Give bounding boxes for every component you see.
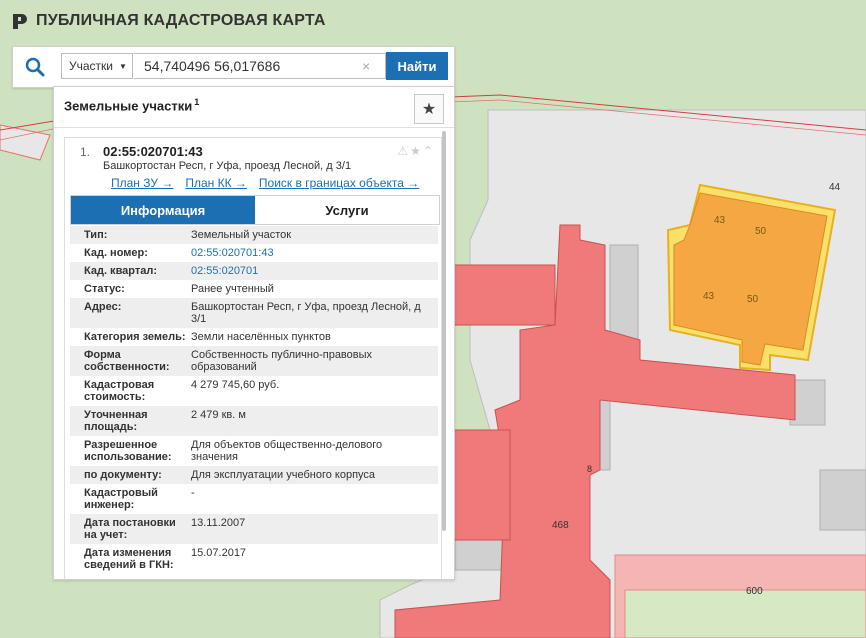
panel-title-text: Земельные участки <box>64 98 193 114</box>
search-input[interactable] <box>134 53 386 79</box>
info-value: 2 479 кв. м <box>191 409 246 421</box>
info-value: Для объектов общественно-делового значен… <box>191 439 383 463</box>
info-row: Кадастровая стоимость: 4 279 745,60 руб. <box>70 376 438 406</box>
map-building-red-annex <box>444 264 556 326</box>
map-label-468: 468 <box>552 520 569 531</box>
info-value: Башкортостан Респ, г Уфа, проезд Лесной,… <box>191 301 421 325</box>
info-value-link[interactable]: 02:55:020701 <box>191 265 438 277</box>
info-row: Уточненная площадь: 2 479 кв. м <box>70 406 438 436</box>
app-title: ПУБЛИЧНАЯ КАДАСТРОВАЯ КАРТА <box>36 12 326 29</box>
info-key: Категория земель: <box>84 331 186 343</box>
chevron-down-icon: ▼ <box>119 61 127 71</box>
info-row: по документу: Для эксплуатации учебного к… <box>70 466 438 484</box>
info-key: по документу: <box>84 469 162 481</box>
info-key: Дата постановки на учет: <box>84 517 176 541</box>
star-icon: ★ <box>421 101 437 118</box>
result-cad-number[interactable]: 02:55:020701:43 <box>103 144 203 159</box>
info-row: Разрешенное использование: Для объектов о… <box>70 436 438 466</box>
info-row: Форма собственности: Собственность публич… <box>70 346 438 376</box>
info-row: Кад. квартал: 02:55:020701 <box>70 262 438 280</box>
info-row: Кадастровый инженер: - <box>70 484 438 514</box>
info-row: Категория земель: Земли населённых пункто… <box>70 328 438 346</box>
panel-header: Земельные участки 1 ★ <box>54 87 454 128</box>
panel-title: Земельные участки 1 <box>64 97 199 113</box>
result-links: План ЗУ → План КК → Поиск в границах объ… <box>111 176 419 190</box>
result-tabs: Информация Услуги <box>70 195 440 225</box>
info-table: Тип: Земельный участок Кад. номер: 02:55:0… <box>70 226 438 574</box>
info-key: Дата изменения сведений в ГКН: <box>84 547 174 571</box>
results-count: 1 <box>194 97 200 107</box>
result-index: 1. <box>80 145 91 159</box>
info-key: Кадастровая стоимость: <box>84 379 155 403</box>
info-value: Ранее учтенный <box>191 283 274 295</box>
info-key: Разрешенное использование: <box>84 439 172 463</box>
info-key: Кад. номер: <box>84 247 148 259</box>
category-select-label: Участки <box>69 59 113 73</box>
map-label-44: 44 <box>829 182 841 193</box>
result-status-icons[interactable]: ⚠★⌃ <box>397 144 435 158</box>
results-scrollbar[interactable] <box>442 131 446 531</box>
info-value: Для эксплуатации учебного корпуса <box>191 469 376 481</box>
info-key: Тип: <box>84 229 108 241</box>
info-key: Уточненная площадь: <box>84 409 148 433</box>
info-row: Дата изменения сведений в ГКН: 15.07.2017 <box>70 544 438 574</box>
info-value: 13.11.2007 <box>191 517 246 529</box>
info-key: Кадастровый инженер: <box>84 487 158 511</box>
map-label-8: 8 <box>587 464 592 474</box>
info-value: Собственность публично-правовых образова… <box>191 349 373 373</box>
info-row: Адрес: Башкортостан Респ, г Уфа, проезд Л… <box>70 298 438 328</box>
app-brand[interactable]: ПУБЛИЧНАЯ КАДАСТРОВАЯ КАРТА <box>12 12 326 30</box>
info-row: Статус: Ранее учтенный <box>70 280 438 298</box>
map-label-43b: 43 <box>703 291 715 302</box>
info-value: Земли населённых пунктов <box>191 331 331 343</box>
map-label-50b: 50 <box>747 294 759 305</box>
map-building-gray-5 <box>819 469 866 531</box>
search-bar: Участки ▼ × Найти <box>12 46 455 88</box>
result-item[interactable]: 1. 02:55:020701:43 Башкортостан Респ, г … <box>64 137 442 579</box>
info-key: Адрес: <box>84 301 122 313</box>
info-row: Кад. номер: 02:55:020701:43 <box>70 244 438 262</box>
find-button[interactable]: Найти <box>386 52 448 80</box>
link-plan-zu[interactable]: План ЗУ → <box>111 176 173 190</box>
category-select[interactable]: Участки ▼ <box>61 53 133 79</box>
info-key: Кад. квартал: <box>84 265 158 277</box>
info-key: Форма собственности: <box>84 349 170 373</box>
info-value: - <box>191 487 195 499</box>
search-icon[interactable] <box>25 57 45 77</box>
info-value: 15.07.2017 <box>191 547 247 559</box>
clear-icon[interactable]: × <box>362 58 370 74</box>
pkk-logo-icon <box>13 14 27 29</box>
map-label-43a: 43 <box>714 215 726 226</box>
info-value: 4 279 745,60 руб. <box>191 379 280 391</box>
info-row: Дата постановки на учет: 13.11.2007 <box>70 514 438 544</box>
tab-info[interactable]: Информация <box>71 196 255 224</box>
map-label-600: 600 <box>746 586 763 597</box>
info-key: Статус: <box>84 283 125 295</box>
info-row: Тип: Земельный участок <box>70 226 438 244</box>
result-address: Башкортостан Респ, г Уфа, проезд Лесной,… <box>103 160 352 172</box>
info-value-link[interactable]: 02:55:020701:43 <box>191 247 438 259</box>
favorite-button[interactable]: ★ <box>414 94 444 124</box>
map-label-50a: 50 <box>755 226 767 237</box>
link-search-in-bounds[interactable]: Поиск в границах объекта → <box>259 176 419 190</box>
results-panel: Земельные участки 1 ★ 1. 02:55:020701:43 … <box>53 86 455 580</box>
info-value: Земельный участок <box>191 229 292 241</box>
link-plan-kk[interactable]: План КК → <box>185 176 247 190</box>
tab-services[interactable]: Услуги <box>255 196 439 224</box>
map-building-pink-inner <box>624 589 866 638</box>
